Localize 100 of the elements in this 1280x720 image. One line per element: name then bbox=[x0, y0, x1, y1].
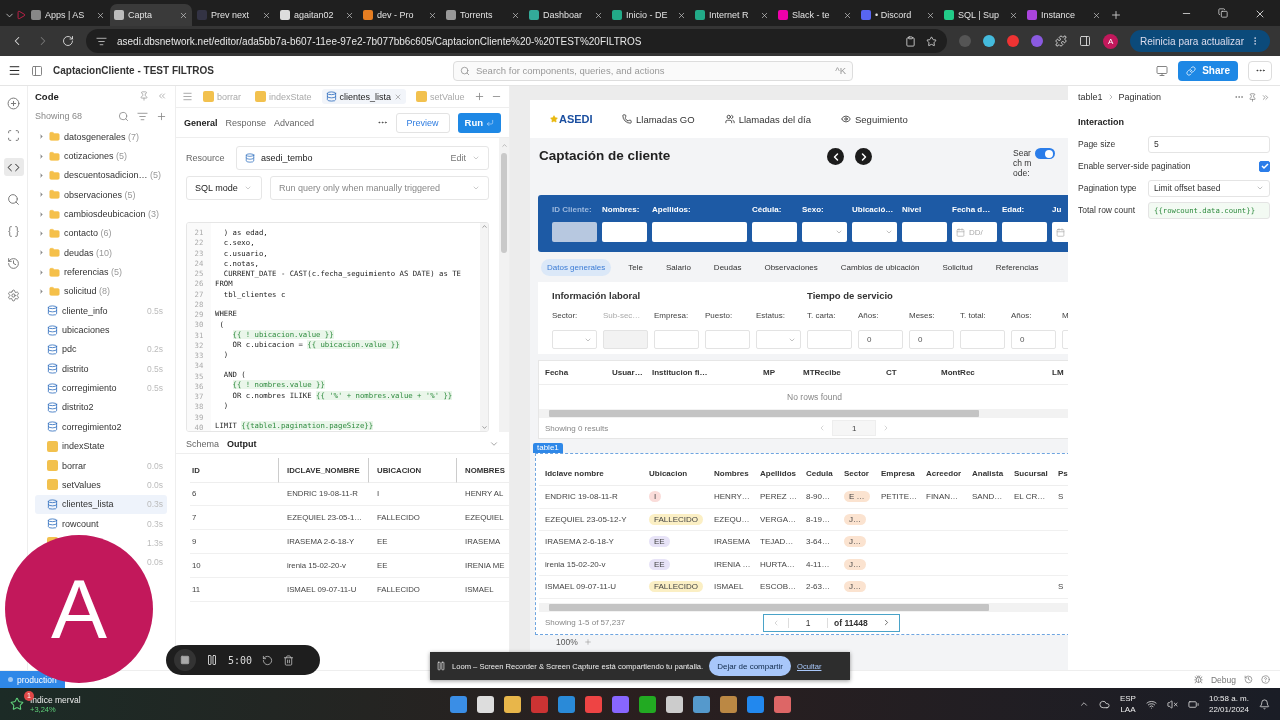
close-icon[interactable] bbox=[1092, 10, 1101, 20]
restore-icon[interactable] bbox=[1218, 8, 1228, 18]
browser-tab[interactable]: Capta bbox=[110, 4, 192, 26]
query-item[interactable]: corregimiento2 bbox=[35, 417, 167, 437]
taskbar-app-icon[interactable] bbox=[450, 695, 467, 713]
add-icon[interactable] bbox=[156, 110, 167, 122]
scrollbar-thumb[interactable] bbox=[549, 410, 979, 417]
taskbar-app-icon[interactable] bbox=[693, 695, 710, 713]
section-tab[interactable]: Observaciones bbox=[758, 258, 824, 276]
history-icon[interactable] bbox=[7, 256, 20, 270]
tray-icon[interactable] bbox=[1078, 699, 1089, 709]
address-bar[interactable]: asedi.dbsnetwork.net/editor/ada5bb7a-b607-11ee-97e2-7b077bb6c605/CaptacionCliente%20-%20TEST%20FILTROS bbox=[86, 29, 948, 53]
browser-tab[interactable]: • Discord bbox=[857, 4, 939, 26]
input-field[interactable] bbox=[654, 330, 699, 349]
trigger-select[interactable]: Run query only when manually triggered bbox=[270, 176, 489, 200]
folder-item[interactable]: solicitud (8) bbox=[35, 281, 167, 302]
section-tab[interactable]: Deudas bbox=[707, 258, 748, 276]
close-icon[interactable] bbox=[1254, 8, 1266, 20]
input-field[interactable] bbox=[705, 330, 750, 349]
close-icon[interactable] bbox=[179, 10, 188, 20]
input-field[interactable] bbox=[1002, 222, 1047, 242]
browser-tab[interactable]: Torrents bbox=[442, 4, 524, 26]
browser-tab[interactable]: Slack - te bbox=[774, 4, 856, 26]
select-field[interactable] bbox=[552, 330, 597, 349]
extension-icon[interactable] bbox=[983, 35, 996, 47]
filter-icon[interactable] bbox=[137, 110, 148, 122]
profile-avatar[interactable]: A bbox=[1103, 33, 1119, 49]
browser-tab[interactable]: Inicio - DE bbox=[608, 4, 690, 26]
cloud-icon[interactable] bbox=[1098, 698, 1110, 710]
input-field[interactable] bbox=[902, 222, 947, 242]
settings-icon[interactable] bbox=[7, 288, 20, 302]
query-item[interactable]: setValues 0.0s bbox=[35, 475, 167, 495]
input-field[interactable]: 0 bbox=[1011, 330, 1056, 349]
bell-icon[interactable] bbox=[1259, 698, 1270, 710]
extension-icon[interactable] bbox=[1031, 35, 1044, 47]
close-icon[interactable] bbox=[428, 10, 437, 20]
close-icon[interactable] bbox=[926, 10, 935, 20]
browser-tab[interactable]: SQL | Sup bbox=[940, 4, 1022, 26]
folder-item[interactable]: contacto (6) bbox=[35, 223, 167, 244]
select-field[interactable] bbox=[852, 222, 897, 242]
query-item[interactable]: indexState bbox=[35, 436, 167, 456]
restart-icon[interactable] bbox=[262, 654, 274, 666]
section-tab[interactable]: Datos generales bbox=[541, 258, 612, 276]
query-item[interactable]: distrito2 bbox=[35, 397, 167, 418]
result-tab[interactable]: Output bbox=[227, 438, 257, 449]
clipboard-icon[interactable] bbox=[905, 35, 917, 47]
browser-tab[interactable]: Apps | AS bbox=[27, 4, 109, 26]
checkbox[interactable] bbox=[1259, 160, 1270, 172]
result-tab[interactable]: Schema bbox=[186, 438, 220, 449]
mode-select[interactable]: SQL mode bbox=[186, 176, 262, 200]
input-field[interactable]: 0 bbox=[858, 330, 903, 349]
browser-tab[interactable]: agaitan02 bbox=[276, 4, 358, 26]
selected-table[interactable] bbox=[535, 453, 1068, 635]
panel-icon[interactable] bbox=[31, 64, 43, 77]
components-icon[interactable] bbox=[7, 128, 20, 142]
close-icon[interactable] bbox=[677, 10, 686, 20]
input-field[interactable] bbox=[603, 330, 648, 349]
record-icon[interactable] bbox=[16, 10, 26, 20]
share-button[interactable]: Share bbox=[1178, 60, 1238, 81]
close-icon[interactable] bbox=[1009, 10, 1018, 20]
input-field[interactable] bbox=[602, 222, 647, 242]
pause-icon[interactable] bbox=[206, 654, 218, 666]
history-icon[interactable] bbox=[1244, 675, 1253, 684]
editor-tab[interactable]: General bbox=[184, 117, 218, 128]
section-tab[interactable]: Cambios de ubicación bbox=[834, 258, 926, 276]
browser-tab[interactable]: Internet R bbox=[691, 4, 773, 26]
input-field[interactable] bbox=[960, 330, 1005, 349]
scrollbar-thumb[interactable] bbox=[501, 153, 507, 253]
query-item[interactable]: pdc 0.2s bbox=[35, 339, 167, 360]
stop-button[interactable] bbox=[174, 649, 196, 671]
folder-item[interactable]: deudas (10) bbox=[35, 243, 167, 263]
preview-button[interactable]: Preview bbox=[395, 112, 450, 133]
list-icon[interactable] bbox=[182, 91, 193, 102]
input-field[interactable] bbox=[552, 222, 597, 242]
help-icon[interactable] bbox=[1261, 675, 1270, 684]
close-icon[interactable] bbox=[96, 10, 105, 20]
extension-icon[interactable] bbox=[1007, 35, 1020, 47]
editor-tab[interactable]: Response bbox=[225, 117, 267, 128]
close-icon[interactable] bbox=[511, 10, 520, 20]
state-icon[interactable] bbox=[7, 224, 20, 238]
taskbar-app-icon[interactable] bbox=[639, 695, 656, 713]
folder-item[interactable]: observaciones (5) bbox=[35, 185, 167, 205]
nav-link[interactable]: Seguimiento bbox=[841, 113, 908, 125]
search-icon[interactable] bbox=[7, 192, 20, 206]
delete-icon[interactable] bbox=[283, 654, 295, 666]
debug-button[interactable]: Debug bbox=[1210, 674, 1236, 685]
menu-icon[interactable] bbox=[8, 64, 21, 77]
section-tab[interactable]: Solicitud bbox=[936, 258, 979, 276]
preview-icon[interactable] bbox=[1156, 64, 1169, 77]
input-field[interactable] bbox=[807, 330, 852, 349]
page-field[interactable]: 1 bbox=[788, 617, 829, 628]
scrollbar-thumb[interactable] bbox=[549, 603, 989, 611]
input-field[interactable] bbox=[752, 222, 797, 242]
close-icon[interactable] bbox=[262, 10, 271, 20]
code-tab[interactable] bbox=[3, 158, 24, 176]
reload-icon[interactable] bbox=[62, 35, 74, 47]
language-indicator[interactable]: ESP LAA bbox=[1119, 694, 1136, 714]
code-editor[interactable] bbox=[186, 222, 489, 432]
taskbar-app-icon[interactable] bbox=[666, 695, 683, 713]
folder-item[interactable]: descuentosadicion… (5) bbox=[35, 165, 167, 186]
